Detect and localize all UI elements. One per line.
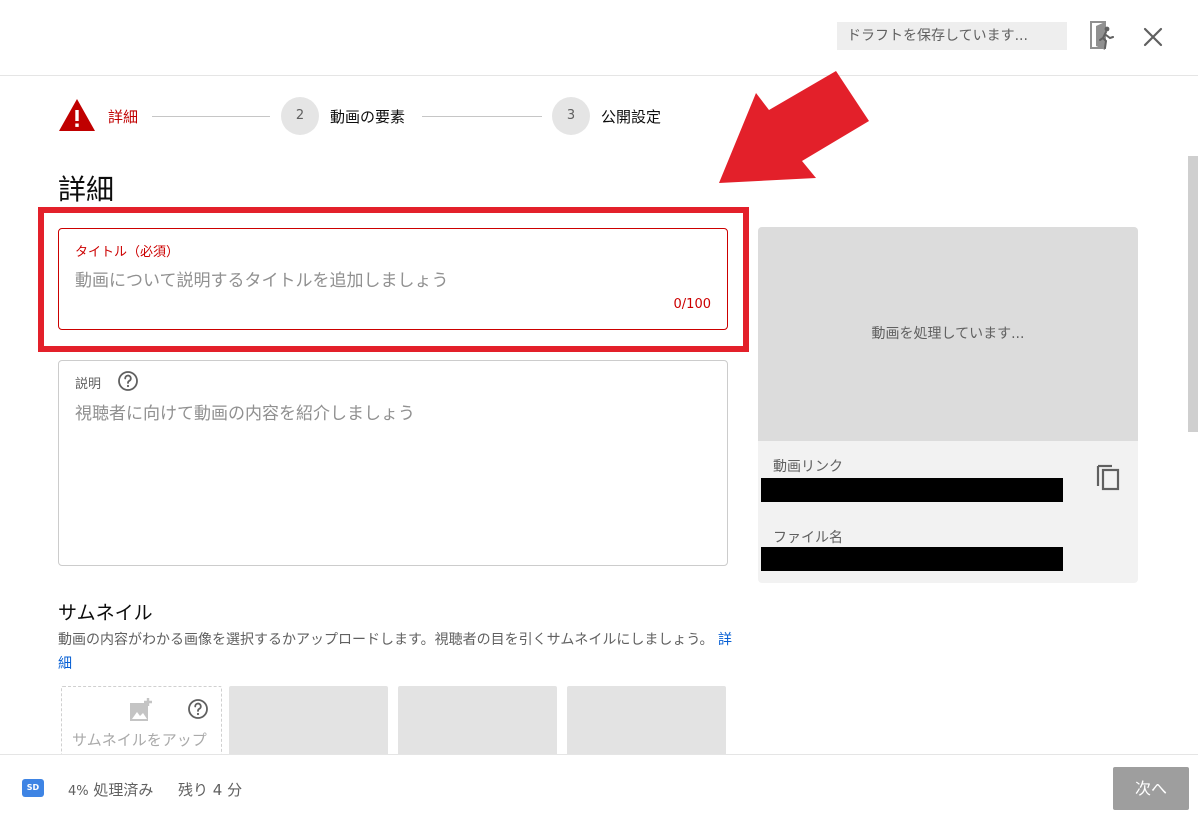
next-button[interactable]: 次へ — [1113, 767, 1189, 810]
step-elements-label[interactable]: 動画の要素 — [330, 106, 405, 127]
step-3-circle[interactable]: 3 — [552, 97, 590, 135]
step-details-label[interactable]: 詳細 — [108, 106, 138, 127]
progress-percent: 4% — [68, 784, 89, 799]
step-visibility-label[interactable]: 公開設定 — [601, 106, 661, 127]
video-preview: 動画を処理しています... — [758, 227, 1138, 441]
help-icon[interactable] — [117, 370, 139, 392]
description-input[interactable]: 視聴者に向けて動画の内容を紹介しましょう — [75, 399, 415, 424]
page-title: 詳細 — [58, 173, 115, 206]
title-char-counter: 0/100 — [673, 297, 711, 312]
description-field-label: 説明 — [75, 377, 102, 392]
dialog-footer: SD 4% 処理済み 残り 4 分 次へ — [0, 754, 1198, 819]
close-icon[interactable] — [1140, 24, 1166, 50]
draft-status: ドラフトを保存しています... — [837, 22, 1067, 50]
thumbnail-upload-label: サムネイルをアップ — [72, 731, 207, 749]
annotation-arrow — [719, 71, 869, 183]
video-link-redacted[interactable] — [761, 478, 1063, 502]
step-connector — [422, 116, 542, 117]
video-link-label: 動画リンク — [773, 459, 843, 475]
file-name-redacted — [761, 547, 1063, 571]
step-2-circle[interactable]: 2 — [281, 97, 319, 135]
time-remaining: 残り 4 分 — [178, 781, 243, 799]
thumbnail-heading: サムネイル — [58, 602, 153, 624]
title-field-label: タイトル（必須） — [75, 245, 180, 260]
processing-progress: 4% 処理済み — [68, 779, 153, 800]
upload-stepper: 詳細 2 動画の要素 3 公開設定 — [58, 97, 718, 137]
help-icon[interactable] — [187, 698, 209, 720]
thumbnail-description-text: 動画の内容がわかる画像を選択するかアップロードします。視聴者の目を引くサムネイル… — [58, 632, 714, 648]
title-field[interactable]: タイトル（必須） 動画について説明するタイトルを追加しましょう 0/100 — [58, 228, 728, 330]
copy-icon[interactable] — [1094, 460, 1122, 492]
file-name-label: ファイル名 — [773, 530, 843, 546]
warning-icon — [59, 99, 95, 131]
add-image-icon — [130, 698, 152, 721]
description-field[interactable]: 説明 視聴者に向けて動画の内容を紹介しましょう — [58, 360, 728, 566]
sd-quality-badge: SD — [22, 779, 44, 797]
progress-label: 処理済み — [93, 781, 154, 799]
dialog-header: ドラフトを保存しています... — [0, 0, 1198, 76]
thumbnail-description: 動画の内容がわかる画像を選択するかアップロードします。視聴者の目を引くサムネイル… — [58, 628, 738, 676]
processing-status: 動画を処理しています... — [871, 326, 1025, 342]
feedback-exit-icon[interactable] — [1090, 20, 1114, 52]
title-input[interactable]: 動画について説明するタイトルを追加しましょう — [75, 266, 449, 291]
scrollbar[interactable] — [1188, 156, 1198, 432]
video-preview-card: 動画を処理しています... 動画リンク ファイル名 — [758, 227, 1138, 583]
step-connector — [152, 116, 270, 117]
